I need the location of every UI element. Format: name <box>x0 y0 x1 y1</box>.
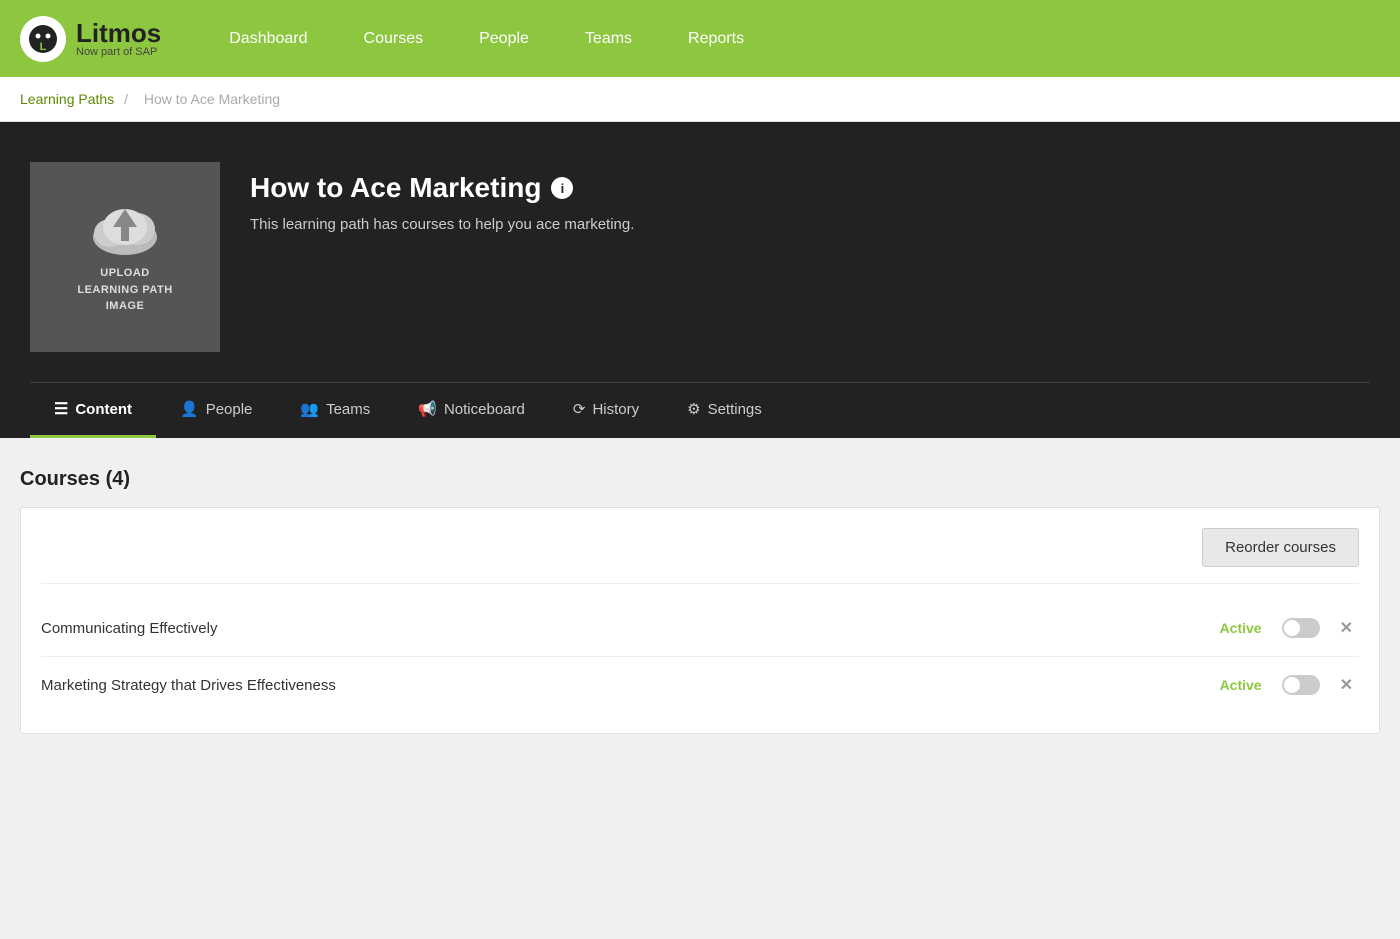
tab-people-label: People <box>206 401 253 418</box>
megaphone-icon: 📢 <box>418 400 437 418</box>
breadcrumb-current: How to Ace Marketing <box>144 91 280 107</box>
tab-settings-label: Settings <box>708 401 762 418</box>
hero-title-area: How to Ace Marketing i <box>250 172 634 204</box>
tab-content-label: Content <box>75 401 132 418</box>
logo-title: Litmos <box>76 20 161 46</box>
course-toggle[interactable] <box>1282 618 1320 638</box>
course-status: Active <box>1202 677 1262 693</box>
tab-settings[interactable]: ⚙ Settings <box>663 383 786 438</box>
logo-text: Litmos Now part of SAP <box>76 20 161 58</box>
reorder-row: Reorder courses <box>41 528 1359 584</box>
info-icon[interactable]: i <box>551 177 573 199</box>
course-status: Active <box>1202 620 1262 636</box>
table-row: Marketing Strategy that Drives Effective… <box>41 657 1359 713</box>
tab-teams[interactable]: 👥 Teams <box>276 383 394 438</box>
tab-history[interactable]: ⟳ History <box>549 383 663 438</box>
course-name: Communicating Effectively <box>41 620 1202 637</box>
team-icon: 👥 <box>300 400 319 418</box>
logo[interactable]: L Litmos Now part of SAP <box>20 16 161 62</box>
courses-box: Reorder courses Communicating Effectivel… <box>20 507 1380 734</box>
learning-path-title: How to Ace Marketing <box>250 172 541 204</box>
remove-course-button[interactable]: ✕ <box>1334 673 1359 697</box>
gear-icon: ⚙ <box>687 400 700 418</box>
reorder-courses-button[interactable]: Reorder courses <box>1202 528 1359 567</box>
tab-content[interactable]: ☰ Content <box>30 383 156 438</box>
breadcrumb: Learning Paths / How to Ace Marketing <box>0 77 1400 122</box>
hero-info: How to Ace Marketing i This learning pat… <box>250 162 634 233</box>
tab-history-label: History <box>592 401 639 418</box>
hero-description: This learning path has courses to help y… <box>250 216 634 233</box>
svg-text:L: L <box>40 41 47 53</box>
tab-noticeboard[interactable]: 📢 Noticeboard <box>394 383 549 438</box>
breadcrumb-parent[interactable]: Learning Paths <box>20 91 114 107</box>
person-icon: 👤 <box>180 400 199 418</box>
tab-bar: ☰ Content 👤 People 👥 Teams 📢 Noticeboard… <box>30 382 1370 438</box>
hero-section: UPLOAD LEARNING PATH IMAGE How to Ace Ma… <box>0 122 1400 438</box>
table-row: Communicating Effectively Active ✕ <box>41 600 1359 657</box>
logo-icon: L <box>20 16 66 62</box>
remove-course-button[interactable]: ✕ <box>1334 616 1359 640</box>
top-navigation: L Litmos Now part of SAP Dashboard Cours… <box>0 0 1400 77</box>
course-toggle[interactable] <box>1282 675 1320 695</box>
course-name: Marketing Strategy that Drives Effective… <box>41 677 1202 694</box>
nav-link-courses[interactable]: Courses <box>336 0 452 77</box>
tab-teams-label: Teams <box>326 401 370 418</box>
logo-subtitle: Now part of SAP <box>76 46 161 58</box>
nav-links: Dashboard Courses People Teams Reports <box>201 0 772 77</box>
courses-section-title: Courses (4) <box>20 468 1380 491</box>
upload-image-button[interactable]: UPLOAD LEARNING PATH IMAGE <box>30 162 220 352</box>
tab-people[interactable]: 👤 People <box>156 383 276 438</box>
upload-label: UPLOAD LEARNING PATH IMAGE <box>77 265 172 315</box>
tab-noticeboard-label: Noticeboard <box>444 401 525 418</box>
list-icon: ☰ <box>54 399 68 419</box>
nav-link-teams[interactable]: Teams <box>557 0 660 77</box>
nav-link-reports[interactable]: Reports <box>660 0 772 77</box>
nav-link-dashboard[interactable]: Dashboard <box>201 0 335 77</box>
main-content: Courses (4) Reorder courses Communicatin… <box>0 438 1400 764</box>
history-icon: ⟳ <box>573 400 586 418</box>
breadcrumb-separator: / <box>124 91 128 107</box>
nav-link-people[interactable]: People <box>451 0 557 77</box>
